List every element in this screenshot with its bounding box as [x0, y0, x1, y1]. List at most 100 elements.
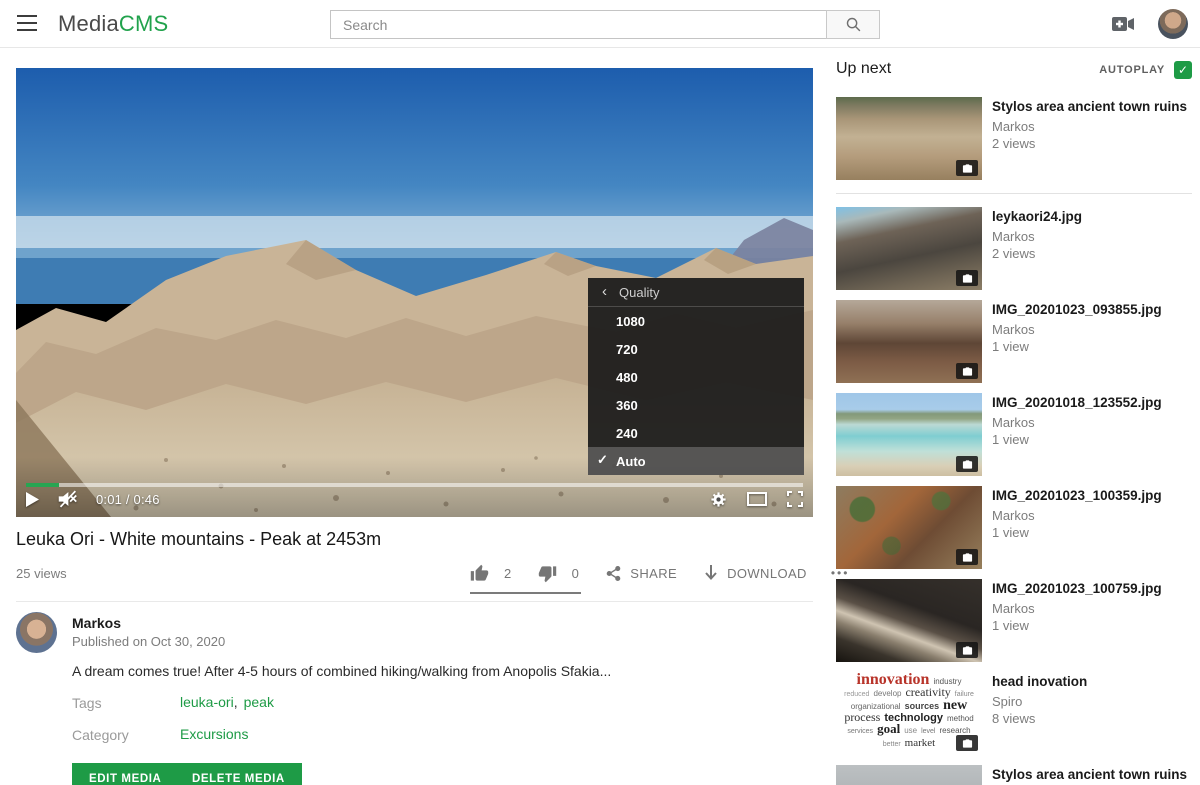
media-type-badge: [956, 549, 978, 565]
muted-speaker-icon: [57, 490, 78, 508]
thumbnail: [836, 97, 982, 180]
item-views: 1 view: [992, 339, 1162, 354]
quality-option-360[interactable]: ✓360: [588, 391, 804, 419]
item-meta: Stylos area ancient town ruins: [992, 765, 1187, 785]
item-author: Markos: [992, 322, 1162, 337]
thumbnail: [836, 300, 982, 383]
item-views: 2 views: [992, 136, 1187, 151]
up-next-item[interactable]: IMG_20201023_100359.jpgMarkos1 view: [836, 486, 1192, 569]
thumbnail: [836, 765, 982, 785]
thumbnail: [836, 207, 982, 290]
tag-link-peak[interactable]: peak: [244, 694, 274, 710]
quality-option-240[interactable]: ✓240: [588, 419, 804, 447]
up-next-item[interactable]: innovationindustryreduceddevelopcreativi…: [836, 672, 1192, 755]
item-author: Markos: [992, 415, 1162, 430]
settings-button[interactable]: [710, 491, 727, 508]
up-next-header: Up next AUTOPLAY ✓: [836, 60, 1192, 97]
site-logo[interactable]: MediaCMS: [58, 0, 168, 48]
download-icon: [703, 564, 719, 582]
wordcloud-word: develop: [873, 689, 901, 699]
media-title: Leuka Ori - White mountains - Peak at 24…: [16, 529, 381, 550]
autoplay-checkbox[interactable]: ✓: [1174, 61, 1192, 79]
autoplay-control: AUTOPLAY ✓: [1099, 61, 1192, 79]
thumbnail: innovationindustryreduceddevelopcreativi…: [836, 672, 982, 755]
up-next-sidebar: Up next AUTOPLAY ✓ Stylos area ancient t…: [836, 60, 1192, 785]
quality-menu-back[interactable]: ‹ Quality: [588, 278, 804, 307]
tag-separator: ,: [234, 694, 238, 710]
like-button[interactable]: 2: [470, 564, 512, 583]
item-author: Markos: [992, 601, 1162, 616]
item-title: IMG_20201023_100759.jpg: [992, 580, 1162, 597]
up-next-item[interactable]: IMG_20201018_123552.jpgMarkos1 view: [836, 393, 1192, 476]
view-count: 25 views: [16, 566, 67, 581]
download-label: DOWNLOAD: [727, 566, 807, 581]
autoplay-label: AUTOPLAY: [1099, 64, 1165, 76]
quality-option-auto[interactable]: ✓Auto: [588, 447, 804, 475]
media-type-badge: [956, 735, 978, 751]
up-next-item[interactable]: Stylos area ancient town ruinsMarkos2 vi…: [836, 97, 1192, 180]
media-actions: 2 0 SHARE DOWNLOAD •••: [470, 558, 806, 588]
video-player[interactable]: ‹ Quality ✓1080✓720✓480✓360✓240✓Auto: [16, 68, 813, 517]
quality-option-label: Auto: [616, 454, 646, 469]
camera-icon: [962, 645, 973, 656]
mediacms-page: MediaCMS: [0, 0, 1200, 785]
media-type-badge: [956, 363, 978, 379]
wordcloud-word: market: [905, 738, 936, 748]
media-description: A dream comes true! After 4-5 hours of c…: [72, 663, 712, 679]
wordcloud-word: level: [921, 727, 935, 737]
item-meta: head inovationSpiro8 views: [992, 672, 1087, 755]
thumb-up-icon: [470, 564, 489, 583]
media-type-badge: [956, 642, 978, 658]
wordcloud-word: services: [847, 727, 873, 737]
fullscreen-button[interactable]: [787, 491, 803, 507]
download-button[interactable]: DOWNLOAD: [703, 564, 807, 582]
camera-icon: [962, 273, 973, 284]
tags-list: leuka-ori, peak: [180, 694, 274, 710]
quality-option-1080[interactable]: ✓1080: [588, 307, 804, 335]
item-meta: Stylos area ancient town ruinsMarkos2 vi…: [992, 97, 1187, 180]
tag-link-leuka-ori[interactable]: leuka-ori: [180, 694, 234, 710]
camera-icon: [962, 552, 973, 563]
wordcloud-word: sources: [905, 701, 940, 711]
author-avatar[interactable]: [16, 612, 57, 653]
upload-media-icon[interactable]: [1112, 15, 1136, 33]
quality-menu: ‹ Quality ✓1080✓720✓480✓360✓240✓Auto: [588, 278, 804, 475]
item-meta: IMG_20201018_123552.jpgMarkos1 view: [992, 393, 1162, 476]
up-next-item[interactable]: IMG_20201023_100759.jpgMarkos1 view: [836, 579, 1192, 662]
item-author: Markos: [992, 229, 1082, 244]
media-type-badge: [956, 160, 978, 176]
up-next-item[interactable]: Stylos area ancient town ruins: [836, 765, 1192, 785]
category-link[interactable]: Excursions: [180, 726, 248, 742]
author-name[interactable]: Markos: [72, 615, 121, 631]
item-title: Stylos area ancient town ruins: [992, 766, 1187, 783]
item-title: IMG_20201023_100359.jpg: [992, 487, 1162, 504]
edit-media-button[interactable]: EDIT MEDIA: [72, 763, 178, 785]
camera-icon: [962, 163, 973, 174]
user-avatar[interactable]: [1158, 9, 1188, 39]
thumbnail: [836, 393, 982, 476]
mute-button[interactable]: [57, 490, 78, 508]
up-next-list: Stylos area ancient town ruins Markos 2 vi…: [836, 97, 1192, 785]
share-label: SHARE: [630, 566, 677, 581]
item-title: IMG_20201023_093855.jpg: [992, 301, 1162, 318]
up-next-item[interactable]: IMG_20201023_093855.jpg Markos 1 view: [836, 300, 1192, 383]
quality-option-480[interactable]: ✓480: [588, 363, 804, 391]
delete-media-button[interactable]: DELETE MEDIA: [175, 763, 302, 785]
search-button[interactable]: [826, 10, 880, 39]
quality-menu-options: ✓1080✓720✓480✓360✓240✓Auto: [588, 307, 804, 475]
dislike-button[interactable]: 0: [538, 564, 580, 583]
up-next-item[interactable]: leykaori24.jpgMarkos2 views: [836, 207, 1192, 290]
play-button[interactable]: [26, 492, 39, 507]
item-meta: leykaori24.jpgMarkos2 views: [992, 207, 1082, 290]
search-input[interactable]: [330, 10, 826, 39]
camera-icon: [962, 459, 973, 470]
theater-mode-button[interactable]: [747, 492, 767, 506]
menu-icon[interactable]: [17, 15, 39, 33]
tags-label: Tags: [72, 695, 102, 711]
quality-option-720[interactable]: ✓720: [588, 335, 804, 363]
share-button[interactable]: SHARE: [605, 565, 677, 582]
item-title: leykaori24.jpg: [992, 208, 1082, 225]
wordcloud-word: method: [947, 714, 974, 724]
category-value: Excursions: [180, 726, 248, 742]
media-type-badge: [956, 270, 978, 286]
